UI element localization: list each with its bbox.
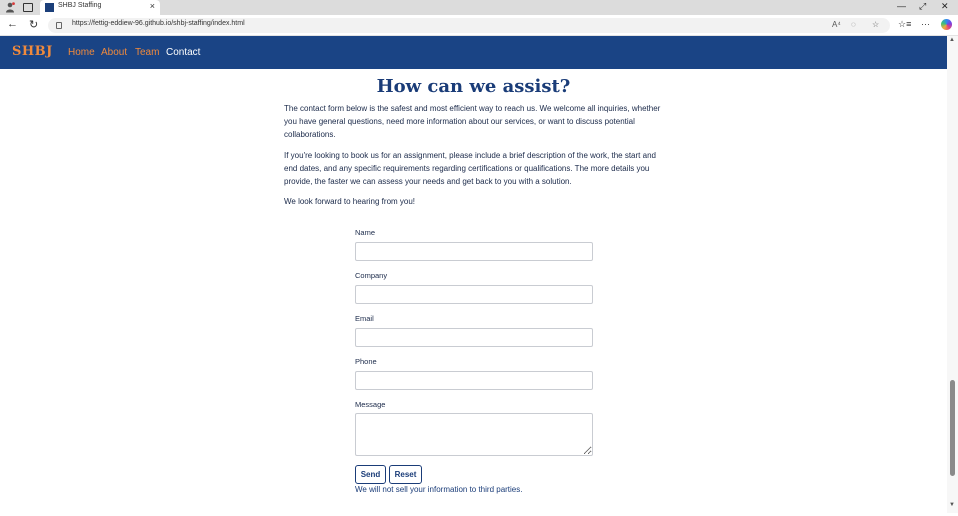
back-arrow-icon[interactable]: ← [7, 18, 18, 30]
close-tab-icon[interactable]: × [150, 1, 155, 11]
favorites-icon[interactable]: ☆≡ [898, 19, 911, 30]
brand-logo[interactable]: SHBJ [12, 44, 53, 59]
refresh-icon[interactable]: ↻ [29, 18, 38, 31]
closing-paragraph: We look forward to hearing from you! [284, 197, 416, 206]
name-label: Name [355, 228, 376, 237]
nav-link-about[interactable]: About [101, 47, 127, 58]
tab-actions-icon[interactable] [23, 3, 33, 12]
message-label: Message [355, 400, 386, 409]
company-label: Company [355, 271, 388, 280]
favorite-star-icon[interactable]: ☆ [872, 20, 879, 29]
copilot-icon[interactable] [941, 19, 952, 30]
minimize-icon[interactable]: — [897, 1, 906, 11]
booking-paragraph: If you're looking to book us for an assi… [284, 151, 656, 186]
lock-icon[interactable] [56, 22, 62, 29]
more-menu-icon[interactable]: ··· [921, 19, 930, 29]
send-button[interactable]: Send [355, 465, 386, 484]
scrollbar-thumb[interactable] [950, 380, 955, 476]
email-label: Email [355, 314, 374, 323]
maximize-icon[interactable]: ⤢ [919, 1, 926, 12]
site-favicon-icon [45, 3, 54, 12]
phone-label: Phone [355, 357, 377, 366]
profile-icon[interactable] [5, 2, 15, 13]
scroll-up-icon[interactable]: ▲ [949, 37, 955, 43]
reset-button[interactable]: Reset [389, 465, 422, 484]
site-header: SHBJ Home About Team Contact [0, 36, 947, 69]
url-field[interactable]: https://fettig-eddiew-96.github.io/shbj-… [48, 18, 890, 33]
read-aloud-icon[interactable]: A⁴ [832, 20, 841, 29]
browser-tab-bar: SHBJ Staffing × — ⤢ ✕ [0, 0, 958, 15]
zoom-icon[interactable]: ◌ [851, 20, 856, 29]
name-field[interactable] [355, 242, 593, 261]
message-field[interactable] [355, 413, 593, 456]
page-title: How can we assist? [376, 76, 571, 97]
close-window-icon[interactable]: ✕ [941, 1, 949, 12]
intro-paragraph: The contact form below is the safest and… [284, 104, 661, 139]
browser-address-bar: ← ↻ https://fettig-eddiew-96.github.io/s… [0, 15, 958, 36]
nav-link-contact[interactable]: Contact [166, 47, 200, 58]
email-field[interactable] [355, 328, 593, 347]
tab-title: SHBJ Staffing [58, 2, 102, 9]
nav-link-team[interactable]: Team [135, 47, 159, 58]
privacy-note: We will not sell your information to thi… [355, 485, 523, 494]
phone-field[interactable] [355, 371, 593, 390]
page-scrollbar[interactable]: ▲ ▼ [947, 36, 958, 513]
url-text[interactable]: https://fettig-eddiew-96.github.io/shbj-… [72, 20, 245, 27]
nav-link-home[interactable]: Home [68, 47, 95, 58]
company-field[interactable] [355, 285, 593, 304]
browser-tab[interactable]: SHBJ Staffing × [40, 0, 160, 15]
scroll-down-icon[interactable]: ▼ [949, 502, 955, 508]
